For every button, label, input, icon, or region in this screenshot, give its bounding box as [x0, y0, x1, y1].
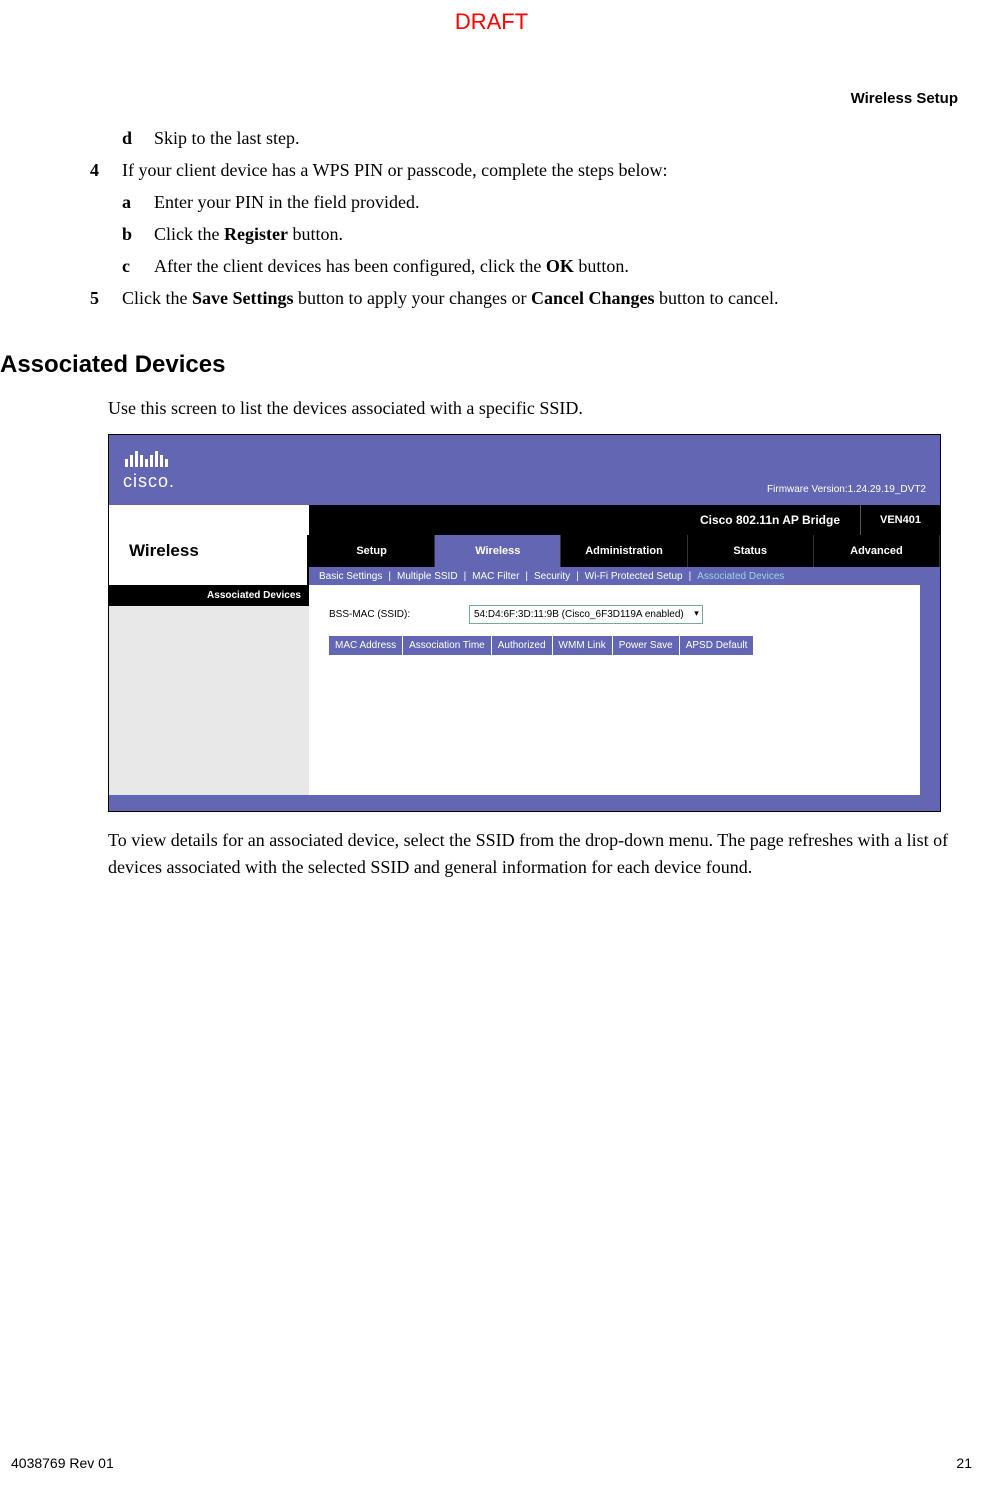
tab-wireless[interactable]: Wireless [435, 535, 561, 567]
tab-administration[interactable]: Administration [561, 535, 687, 567]
cisco-logo-text: cisco. [123, 468, 175, 495]
bss-mac-label: BSS-MAC (SSID): [329, 607, 469, 622]
intro-paragraph: Use this screen to list the devices asso… [108, 395, 958, 422]
text: Skip to the last step. [154, 125, 300, 152]
page-section-header: Wireless Setup [851, 88, 958, 111]
device-table-header: MAC Address Association Time Authorized … [329, 636, 900, 655]
firmware-version: Firmware Version:1.24.29.19_DVT2 [767, 482, 926, 499]
ssid-select[interactable]: 54:D4:6F:3D:11:9B (Cisco_6F3D119A enable… [469, 605, 703, 624]
subtab-wps[interactable]: Wi-Fi Protected Setup [585, 569, 683, 584]
th-mac-address: MAC Address [329, 636, 403, 655]
text: Click the Save Settings button to apply … [122, 285, 778, 312]
text: After the client devices has been config… [154, 253, 629, 280]
tab-status[interactable]: Status [688, 535, 814, 567]
text: If your client device has a WPS PIN or p… [122, 157, 668, 184]
outro-paragraph: To view details for an associated device… [108, 827, 958, 881]
tab-setup[interactable]: Setup [309, 535, 435, 567]
footer-doc-id: 4038769 Rev 01 [11, 1453, 114, 1474]
nav-left-label: Wireless [109, 535, 309, 567]
cisco-logo: cisco. [123, 451, 175, 499]
step-4a: a Enter your PIN in the field provided. [122, 189, 958, 216]
footer-page-number: 21 [956, 1453, 972, 1474]
subtab-associated-devices[interactable]: Associated Devices [697, 569, 784, 584]
th-apsd-default: APSD Default [680, 636, 755, 655]
tab-advanced[interactable]: Advanced [814, 535, 940, 567]
router-admin-screenshot: cisco. Firmware Version:1.24.29.19_DVT2 … [108, 434, 941, 812]
th-association-time: Association Time [403, 636, 492, 655]
text: Enter your PIN in the field provided. [154, 189, 419, 216]
subtab-basic-settings[interactable]: Basic Settings [319, 569, 382, 584]
marker: c [122, 253, 154, 280]
cisco-logo-bars-icon [123, 451, 175, 467]
step-4c: c After the client devices has been conf… [122, 253, 958, 280]
subtab-security[interactable]: Security [534, 569, 570, 584]
step-3d: d Skip to the last step. [122, 125, 958, 152]
main-tabs: Setup Wireless Administration Status Adv… [309, 535, 940, 567]
th-authorized: Authorized [492, 636, 553, 655]
marker: b [122, 221, 154, 248]
section-heading-associated-devices: Associated Devices [0, 347, 958, 383]
device-title: Cisco 802.11n AP Bridge [309, 505, 860, 535]
marker: d [122, 125, 154, 152]
device-model: VEN401 [860, 505, 940, 535]
step-4: 4 If your client device has a WPS PIN or… [90, 157, 958, 184]
text: Click the Register button. [154, 221, 343, 248]
th-wmm-link: WMM Link [553, 636, 613, 655]
marker: 4 [90, 157, 122, 184]
sidebar-section-label: Associated Devices [109, 585, 309, 606]
marker: a [122, 189, 154, 216]
subtab-mac-filter[interactable]: MAC Filter [472, 569, 519, 584]
subtab-multiple-ssid[interactable]: Multiple SSID [397, 569, 458, 584]
draft-watermark: DRAFT [455, 5, 528, 38]
step-4b: b Click the Register button. [122, 221, 958, 248]
th-power-save: Power Save [613, 636, 680, 655]
marker: 5 [90, 285, 122, 312]
step-5: 5 Click the Save Settings button to appl… [90, 285, 958, 312]
